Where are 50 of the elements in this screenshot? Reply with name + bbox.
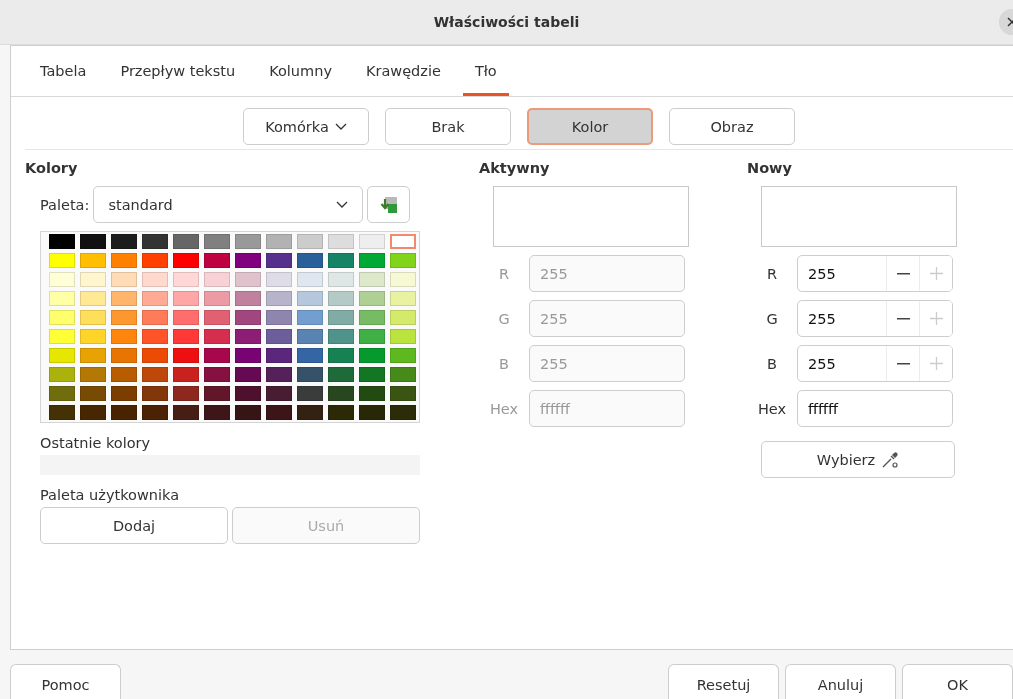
- field-label: R: [765, 265, 779, 282]
- plus-icon: [929, 312, 943, 325]
- number-field[interactable]: 255: [798, 256, 886, 291]
- tab[interactable]: Przepływ tekstu: [108, 46, 248, 96]
- field-label: G: [765, 310, 779, 327]
- dialog-button[interactable]: Anuluj: [785, 664, 896, 699]
- fill-type-button[interactable]: Kolor: [527, 108, 653, 145]
- section-heading: Aktywny: [479, 160, 551, 178]
- spin-box[interactable]: 255: [797, 345, 953, 382]
- spin-box[interactable]: 255: [797, 300, 953, 337]
- plus-icon: [929, 267, 943, 280]
- spin-box[interactable]: 255: [797, 255, 953, 292]
- input-field[interactable]: ffffff: [797, 390, 953, 427]
- section-heading: Kolory: [25, 160, 79, 178]
- field-label: R: [497, 265, 511, 282]
- minus-icon: [896, 317, 910, 320]
- number-field[interactable]: 255: [798, 346, 886, 381]
- minus-icon: [896, 362, 910, 365]
- field-label: B: [766, 355, 778, 372]
- chevron-down-icon: [336, 200, 349, 209]
- field-label: Hex: [756, 400, 788, 417]
- dialog-button[interactable]: OK: [902, 664, 1013, 699]
- tab[interactable]: Tło: [462, 46, 509, 96]
- plus-icon: [929, 357, 943, 370]
- import-icon: [379, 195, 398, 214]
- fill-type-button[interactable]: Brak: [385, 108, 511, 145]
- tab[interactable]: Krawędzie: [353, 46, 453, 96]
- field-label: Hex: [488, 400, 520, 417]
- import-palette-button[interactable]: [367, 186, 411, 223]
- color-swatch[interactable]: [390, 234, 416, 249]
- palette-label: Paleta:: [40, 196, 90, 213]
- tab[interactable]: Tabela: [28, 46, 99, 96]
- palette-button[interactable]: Dodaj: [40, 507, 228, 544]
- recent-colors-label: Ostatnie kolory: [40, 435, 152, 451]
- dialog-button[interactable]: Resetuj: [668, 664, 779, 699]
- field-label: G: [497, 310, 511, 327]
- custom-palette-label: Paleta użytkownika: [40, 487, 181, 503]
- fill-type-button[interactable]: Obraz: [669, 108, 795, 145]
- field-label: B: [498, 355, 510, 372]
- number-field[interactable]: 255: [798, 301, 886, 336]
- palette-dropdown[interactable]: standard: [93, 186, 364, 223]
- help-button[interactable]: Pomoc: [10, 664, 121, 699]
- section-heading: Nowy: [747, 160, 793, 178]
- scope-dropdown[interactable]: Komórka: [243, 108, 369, 145]
- minus-icon: [896, 272, 910, 275]
- pick-color-button[interactable]: Wybierz: [761, 441, 955, 478]
- window-title: Właściwości tabeli: [433, 14, 580, 30]
- tab[interactable]: Kolumny: [257, 46, 344, 96]
- chevron-down-icon: [334, 122, 347, 131]
- eyedropper-icon: [881, 450, 900, 469]
